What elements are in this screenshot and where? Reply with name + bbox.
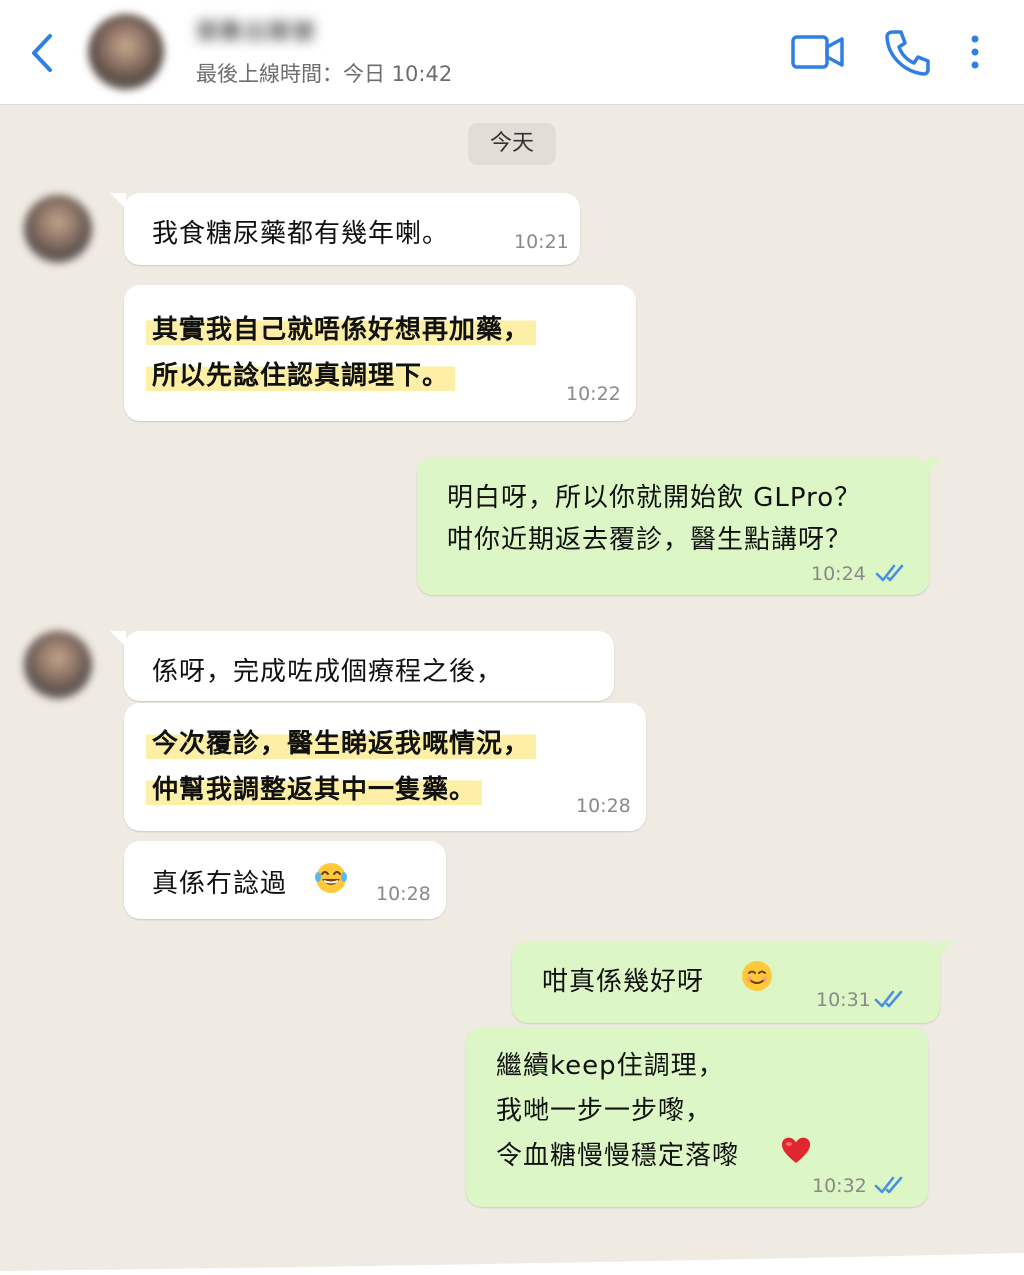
message-text: 仲幫我調整返其中一隻藥。 bbox=[146, 775, 483, 805]
message-time: 10:21 bbox=[514, 231, 569, 253]
incoming-message[interactable]: 真係冇諗過 10:28 bbox=[124, 841, 446, 919]
laughing-tears-emoji-icon bbox=[315, 863, 347, 893]
outgoing-message[interactable]: 繼續keep住調理， 我哋一步一步嚟， 令血糖慢慢穩定落嚟 10:32 bbox=[466, 1027, 928, 1207]
message-text: 我哋一步一步嚟， bbox=[496, 1096, 713, 1126]
contact-avatar[interactable] bbox=[88, 14, 164, 90]
message-text: 咁你近期返去覆診，醫生點講呀？ bbox=[447, 525, 853, 555]
incoming-message[interactable]: 我食糖尿藥都有幾年喇。 10:21 bbox=[110, 193, 580, 265]
video-call-button[interactable] bbox=[790, 30, 846, 74]
phone-icon bbox=[885, 30, 930, 76]
incoming-message[interactable]: 係呀，完成咗成個療程之後， bbox=[110, 631, 614, 701]
message-text: 所以先諗住認真調理下。 bbox=[146, 361, 456, 391]
read-receipt-icon bbox=[874, 1176, 903, 1194]
message-time: 10:32 bbox=[812, 1175, 867, 1197]
message-text: 咁真係幾好呀 bbox=[542, 967, 705, 997]
message-text: 繼續keep住調理， bbox=[496, 1051, 725, 1081]
outgoing-message[interactable]: 明白呀，所以你就開始飲 GLPro？ 咁你近期返去覆診，醫生點講呀？ 10:24 bbox=[417, 457, 943, 595]
sender-avatar[interactable] bbox=[24, 631, 92, 699]
last-seen-status: 最後上線時間：今日 10:42 bbox=[196, 62, 453, 86]
video-camera-icon bbox=[791, 35, 844, 69]
red-heart-emoji-icon bbox=[781, 1137, 811, 1163]
outgoing-message[interactable]: 咁真係幾好呀 10:31 bbox=[512, 941, 954, 1023]
message-time: 10:31 bbox=[816, 989, 871, 1011]
message-text: 今次覆診，醫生睇返我嘅情況， bbox=[146, 729, 537, 759]
incoming-message[interactable]: 今次覆診，醫生睇返我嘅情況， 仲幫我調整返其中一隻藥。 10:28 bbox=[124, 703, 646, 831]
back-button[interactable] bbox=[22, 30, 62, 76]
more-options-button[interactable] bbox=[962, 32, 988, 72]
chat-header: 張聚出賬號 最後上線時間：今日 10:42 bbox=[0, 0, 1024, 105]
message-text: 真係冇諗過 bbox=[152, 869, 288, 899]
more-vertical-icon bbox=[971, 35, 979, 69]
message-time: 10:22 bbox=[566, 383, 621, 405]
message-text: 明白呀，所以你就開始飲 GLPro？ bbox=[447, 483, 862, 513]
incoming-message[interactable]: 其實我自己就唔係好想再加藥， 所以先諗住認真調理下。 10:22 bbox=[124, 285, 636, 421]
read-receipt-icon bbox=[874, 990, 903, 1008]
chevron-left-icon bbox=[32, 34, 52, 72]
message-time: 10:28 bbox=[376, 883, 431, 905]
sender-avatar[interactable] bbox=[24, 195, 92, 263]
voice-call-button[interactable] bbox=[884, 28, 930, 76]
message-text: 其實我自己就唔係好想再加藥， bbox=[146, 315, 537, 345]
date-divider: 今天 bbox=[468, 123, 556, 165]
contact-name[interactable]: 張聚出賬號 bbox=[196, 14, 346, 48]
smiling-face-emoji-icon bbox=[742, 961, 772, 991]
message-time: 10:28 bbox=[576, 795, 631, 817]
message-time: 10:24 bbox=[811, 563, 866, 585]
message-text: 係呀，完成咗成個療程之後， bbox=[152, 657, 504, 687]
chat-area[interactable]: 今天 我食糖尿藥都有幾年喇。 10:21 其實我自己就唔係好想再加藥， 所以先諗… bbox=[0, 105, 1024, 1275]
page-curl-decoration bbox=[0, 1253, 1024, 1275]
message-text: 令血糖慢慢穩定落嚟 bbox=[496, 1141, 740, 1171]
message-text: 我食糖尿藥都有幾年喇。 bbox=[152, 219, 450, 249]
read-receipt-icon bbox=[875, 564, 904, 582]
